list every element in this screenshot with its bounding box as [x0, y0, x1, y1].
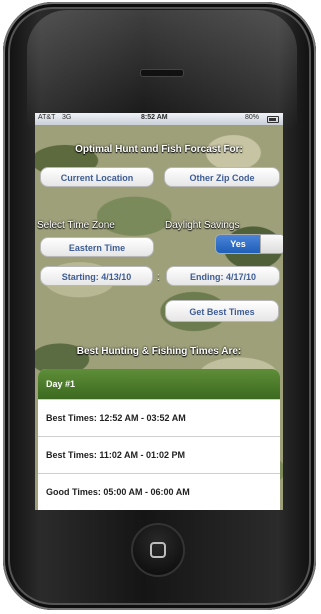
- result-row[interactable]: Good Times: 05:00 AM - 06:00 AM: [38, 473, 280, 510]
- daylight-savings-label: Daylight Savings: [165, 220, 240, 231]
- date-separator: :: [157, 272, 160, 283]
- network-label: 3G: [62, 114, 72, 121]
- battery-icon: [267, 116, 279, 123]
- current-location-button[interactable]: Current Location: [40, 167, 154, 187]
- status-bar: AT&T 3G 8:52 AM 80%: [35, 113, 283, 125]
- get-best-times-button[interactable]: Get Best Times: [165, 300, 279, 322]
- toggle-on-label: Yes: [216, 235, 260, 253]
- timezone-select[interactable]: Eastern Time: [40, 237, 154, 257]
- timezone-label: Select Time Zone: [37, 220, 115, 231]
- start-date-button[interactable]: Starting: 4/13/10: [40, 266, 153, 286]
- battery-percent: 80%: [245, 114, 260, 121]
- results-list: Day #1 Best Times: 12:52 AM - 03:52 AM B…: [38, 369, 280, 510]
- day-header: Day #1: [38, 369, 280, 399]
- end-date-button[interactable]: Ending: 4/17/10: [166, 266, 280, 286]
- daylight-savings-toggle[interactable]: Yes: [215, 234, 283, 254]
- results-title: Best Hunting & Fishing Times Are:: [76, 346, 242, 357]
- app-screen: AT&T 3G 8:52 AM 80% Optimal Hunt and Fis…: [35, 113, 283, 510]
- carrier-label: AT&T: [38, 114, 56, 121]
- toggle-knob[interactable]: [260, 235, 283, 253]
- other-zip-code-button[interactable]: Other Zip Code: [164, 167, 280, 187]
- home-square-icon: [150, 542, 166, 558]
- page-title: Optimal Hunt and Fish Forcast For:: [75, 144, 243, 155]
- result-row[interactable]: Best Times: 12:52 AM - 03:52 AM: [38, 399, 280, 436]
- result-row[interactable]: Best Times: 11:02 AM - 01:02 PM: [38, 436, 280, 473]
- earpiece-speaker: [140, 69, 184, 77]
- status-time: 8:52 AM: [141, 114, 168, 121]
- home-button[interactable]: [131, 523, 185, 577]
